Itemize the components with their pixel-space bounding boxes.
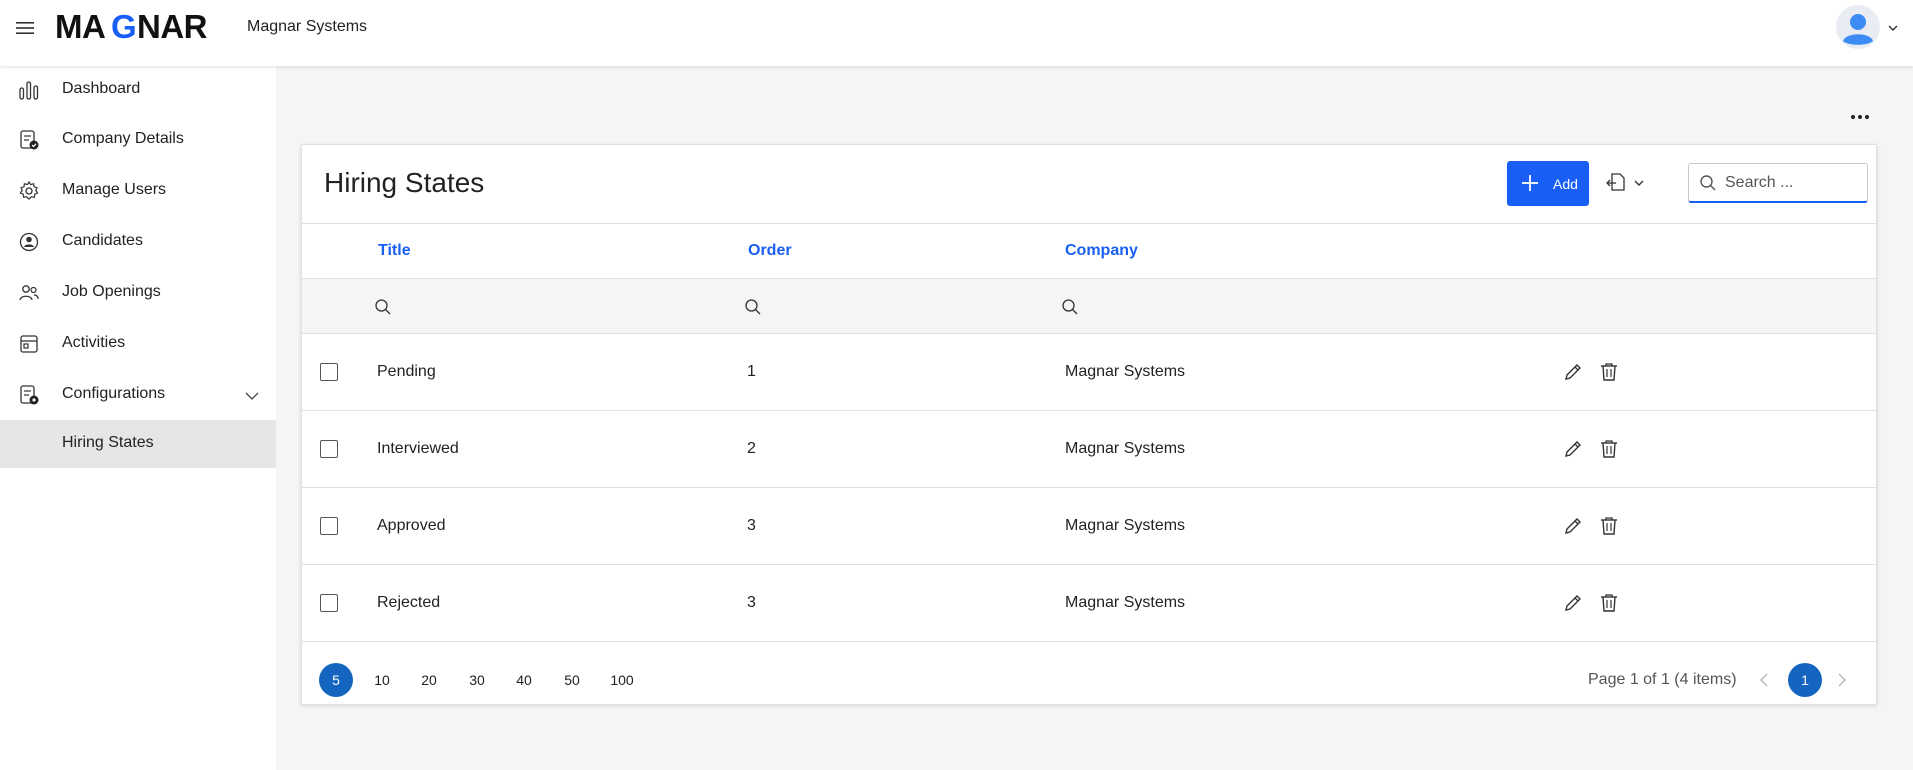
trash-icon[interactable] <box>1598 592 1620 614</box>
sidebar-item-label: Job Openings <box>62 283 161 300</box>
export-button[interactable] <box>1605 169 1655 197</box>
plus-icon <box>1522 175 1538 191</box>
filter-search-icon[interactable] <box>1061 298 1079 316</box>
table-row: Interviewed 2 Magnar Systems <box>302 411 1876 488</box>
company-name: Magnar Systems <box>247 18 368 35</box>
edit-pencil-icon[interactable] <box>1562 515 1584 537</box>
chevron-down-icon <box>1634 180 1644 186</box>
sidebar-item-label: Dashboard <box>62 80 141 97</box>
column-header-company[interactable]: Company <box>1065 242 1138 260</box>
magnar-logo[interactable]: MA G NAR <box>55 9 215 43</box>
page-info: Page 1 of 1 (4 items) <box>1588 671 1737 688</box>
search-input[interactable] <box>1725 172 1861 194</box>
cell-order: 3 <box>747 594 756 611</box>
chevron-left-icon[interactable] <box>1756 671 1772 689</box>
page-size-30[interactable]: 30 <box>460 663 494 697</box>
filter-row <box>302 278 1876 334</box>
page-size-20[interactable]: 20 <box>412 663 446 697</box>
user-avatar-icon[interactable] <box>1836 5 1880 49</box>
user-circle-icon <box>19 232 39 252</box>
cell-company: Magnar Systems <box>1065 440 1186 457</box>
sidebar: Dashboard Company Details Manage Users C… <box>0 66 276 770</box>
row-checkbox[interactable] <box>320 517 338 535</box>
page-title: Hiring States <box>324 167 485 198</box>
top-header: MA G NAR Magnar Systems <box>0 0 1913 66</box>
page-size-10[interactable]: 10 <box>365 663 399 697</box>
cell-title: Approved <box>377 517 446 534</box>
cell-company: Magnar Systems <box>1065 517 1186 534</box>
page-size-50[interactable]: 50 <box>555 663 589 697</box>
cell-company: Magnar Systems <box>1065 363 1186 380</box>
sidebar-item-activities[interactable]: Activities <box>0 320 276 368</box>
sidebar-item-candidates[interactable]: Candidates <box>0 218 276 266</box>
table-row: Pending 1 Magnar Systems <box>302 334 1876 411</box>
sidebar-item-label: Candidates <box>62 232 143 249</box>
edit-pencil-icon[interactable] <box>1562 592 1584 614</box>
gear-icon <box>19 180 39 200</box>
export-icon <box>1606 173 1625 191</box>
column-header-title[interactable]: Title <box>378 242 411 260</box>
page-size-5[interactable]: 5 <box>319 663 353 697</box>
trash-icon[interactable] <box>1598 438 1620 460</box>
more-options-icon[interactable] <box>1846 106 1874 128</box>
cell-order: 1 <box>747 363 756 380</box>
calendar-icon <box>20 335 38 353</box>
cell-title: Interviewed <box>377 440 459 457</box>
document-check-icon <box>20 130 39 150</box>
search-icon <box>1700 175 1716 191</box>
users-icon <box>19 285 39 301</box>
page-size-100[interactable]: 100 <box>605 663 639 697</box>
table-row: Rejected 3 Magnar Systems <box>302 565 1876 642</box>
hamburger-menu-icon[interactable] <box>14 17 36 39</box>
edit-pencil-icon[interactable] <box>1562 438 1584 460</box>
sidebar-item-label: Hiring States <box>62 434 154 451</box>
row-checkbox[interactable] <box>320 363 338 381</box>
svg-text:G: G <box>111 9 137 43</box>
filter-search-icon[interactable] <box>744 298 762 316</box>
svg-text:MA: MA <box>55 9 105 43</box>
grid-divider <box>302 223 1876 224</box>
cell-title: Rejected <box>377 594 441 611</box>
search-box <box>1688 163 1868 203</box>
page-number-current[interactable]: 1 <box>1788 663 1822 697</box>
bar-chart-icon <box>19 81 39 100</box>
trash-icon[interactable] <box>1598 515 1620 537</box>
table-row: Approved 3 Magnar Systems <box>302 488 1876 565</box>
cell-title: Pending <box>377 363 436 380</box>
column-header-order[interactable]: Order <box>748 242 792 260</box>
cell-order: 3 <box>747 517 756 534</box>
cell-company: Magnar Systems <box>1065 594 1186 611</box>
hiring-states-card: Hiring States Add Title Order Company <box>301 144 1877 705</box>
sidebar-item-manage-users[interactable]: Manage Users <box>0 167 276 215</box>
sidebar-item-label: Activities <box>62 334 126 351</box>
sidebar-item-label: Configurations <box>62 385 166 402</box>
row-checkbox[interactable] <box>320 440 338 458</box>
sidebar-item-label: Company Details <box>62 130 184 147</box>
sidebar-item-hiring-states[interactable]: Hiring States <box>0 420 276 468</box>
add-button-label: Add <box>1553 176 1578 192</box>
sidebar-item-configurations[interactable]: Configurations <box>0 371 276 419</box>
chevron-down-icon[interactable] <box>244 388 260 404</box>
document-settings-icon <box>20 385 39 405</box>
page-size-40[interactable]: 40 <box>507 663 541 697</box>
sidebar-item-dashboard[interactable]: Dashboard <box>0 66 276 114</box>
sidebar-item-company-details[interactable]: Company Details <box>0 116 276 164</box>
edit-pencil-icon[interactable] <box>1562 361 1584 383</box>
sidebar-item-label: Manage Users <box>62 181 167 198</box>
row-checkbox[interactable] <box>320 594 338 612</box>
filter-search-icon[interactable] <box>374 298 392 316</box>
cell-order: 2 <box>747 440 756 457</box>
svg-text:NAR: NAR <box>137 9 208 43</box>
chevron-right-icon[interactable] <box>1834 671 1850 689</box>
add-button[interactable]: Add <box>1507 161 1589 206</box>
trash-icon[interactable] <box>1598 361 1620 383</box>
chevron-down-icon[interactable] <box>1887 22 1899 34</box>
sidebar-item-job-openings[interactable]: Job Openings <box>0 269 276 317</box>
